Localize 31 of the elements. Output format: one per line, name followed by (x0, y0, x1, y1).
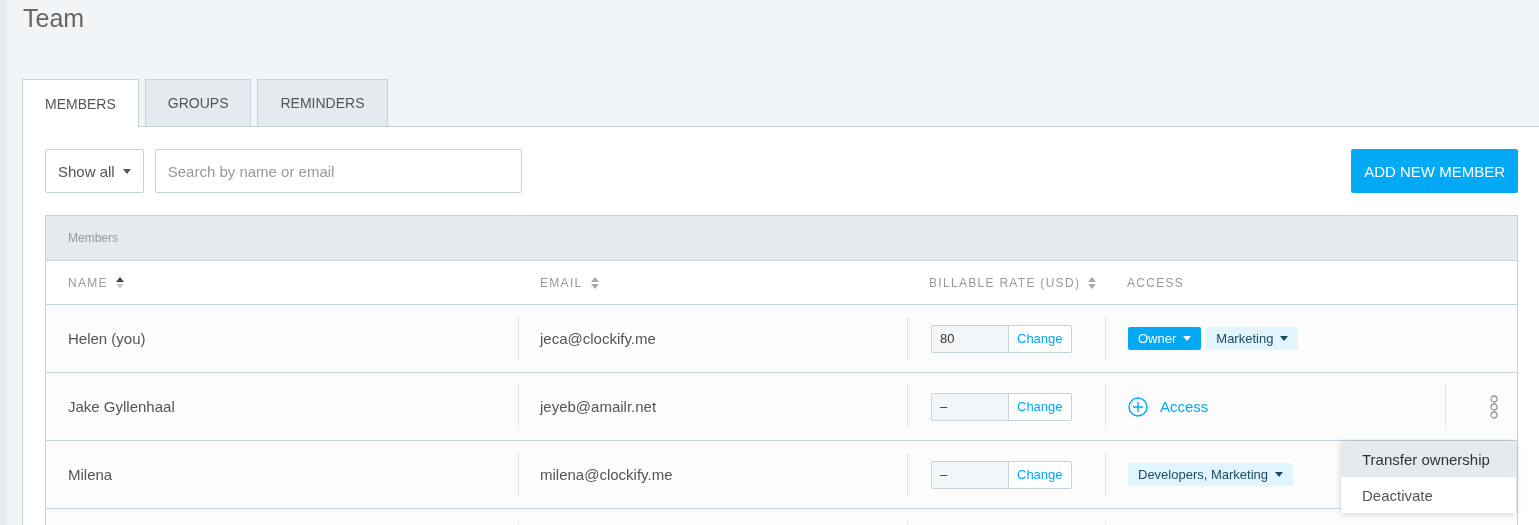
caret-icon (1183, 336, 1192, 341)
column-header: ACCESS (1127, 275, 1185, 290)
plus-circle-icon (1128, 396, 1148, 417)
tab[interactable]: GROUPS (144, 79, 252, 126)
group-badge[interactable]: Developers, Marketing (1128, 463, 1294, 486)
caret-icon (1280, 336, 1289, 341)
member-email: milena@clockify.me (539, 466, 673, 483)
caret-icon (122, 168, 131, 174)
rate-field[interactable]: 80 (932, 325, 1009, 352)
caret-icon (1275, 472, 1284, 477)
member-name: Jake Gyllenhaal (67, 398, 175, 415)
column-header: NAME (68, 275, 108, 290)
group-badge[interactable]: Marketing (1206, 327, 1299, 350)
member-name: Helen (you) (67, 330, 146, 347)
member-email: jeyeb@amailr.net (538, 398, 657, 415)
filter-dropdown[interactable]: Show all (45, 149, 144, 193)
search-field[interactable]: Search by name or email (154, 149, 522, 193)
tab[interactable]: MEMBERS (22, 79, 139, 127)
page-title: Team (22, 3, 86, 34)
table-title: Members (68, 231, 118, 245)
sort-icon[interactable] (115, 276, 124, 289)
rate-field[interactable]: – (932, 461, 1009, 488)
tab[interactable]: REMINDERS (257, 79, 388, 126)
rate-field[interactable]: – (932, 393, 1009, 420)
menu-item[interactable]: Deactivate (1341, 477, 1516, 513)
column-header: BILLABLE RATE (USD) (929, 275, 1081, 290)
column-header: EMAIL (540, 275, 583, 290)
more-options-icon[interactable] (1490, 394, 1498, 419)
member-name: Milena (67, 466, 113, 483)
menu-item[interactable]: Transfer ownership (1341, 441, 1516, 477)
member-email: jeca@clockify.me (538, 330, 656, 347)
